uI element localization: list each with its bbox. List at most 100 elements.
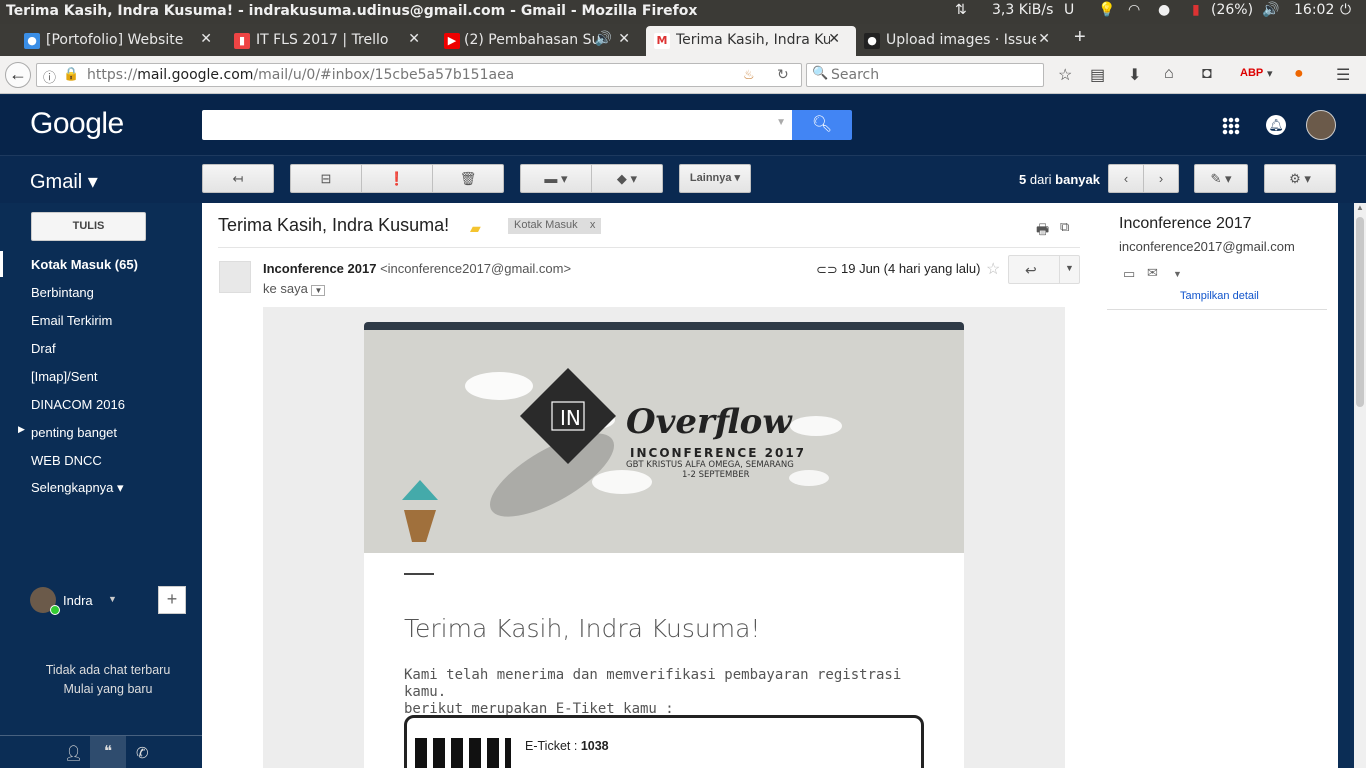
star-icon[interactable]: ☆ bbox=[986, 259, 1000, 279]
input-tools-button[interactable]: ✎ ▾ bbox=[1194, 164, 1248, 193]
sidebar-item-dinacom[interactable]: DINACOM 2016 bbox=[0, 391, 202, 417]
sidebar-item-starred[interactable]: Berbintang bbox=[0, 279, 202, 305]
reload-icon[interactable]: ↻ bbox=[777, 66, 789, 83]
scroll-up-icon[interactable]: ▲ bbox=[1356, 203, 1364, 212]
sender-avatar bbox=[219, 261, 251, 293]
tab-gmail[interactable]: M Terima Kasih, Indra Ku ✕ bbox=[646, 26, 856, 56]
google-logo[interactable]: Google bbox=[30, 107, 124, 141]
chevron-down-icon[interactable]: ▼ bbox=[108, 594, 117, 604]
new-window-icon[interactable]: ⧉ bbox=[1060, 219, 1069, 235]
battery-icon[interactable]: ▮ bbox=[1192, 2, 1200, 18]
move-to-button[interactable]: ▬ ▾ bbox=[520, 164, 592, 193]
lightbulb-icon[interactable]: 💡 bbox=[1098, 2, 1115, 18]
online-status-icon bbox=[50, 605, 60, 615]
importance-marker-icon[interactable]: ▰ bbox=[470, 220, 481, 237]
mail-icon[interactable]: ✉ bbox=[1147, 265, 1158, 281]
notifications-bell-icon[interactable]: 🔔︎ bbox=[1266, 115, 1286, 135]
archive-button[interactable]: ⊟ bbox=[290, 164, 362, 193]
start-new-chat-link[interactable]: Mulai yang baru bbox=[0, 680, 216, 699]
info-icon[interactable]: ⓘ bbox=[43, 67, 56, 86]
ticket-card: E-Ticket : 1038 bbox=[404, 715, 924, 768]
sidebar-item-imap-sent[interactable]: [Imap]/Sent bbox=[0, 363, 202, 389]
close-tab-icon[interactable]: ✕ bbox=[828, 31, 840, 47]
tab-strip: ● [Portofolio] Website V ✕ ▮ IT FLS 2017… bbox=[0, 24, 1366, 56]
lock-icon[interactable]: 🔒 bbox=[63, 66, 79, 82]
close-tab-icon[interactable]: ✕ bbox=[1038, 31, 1050, 47]
download-icon[interactable]: ⬇ bbox=[1128, 65, 1141, 85]
power-icon[interactable]: ⏻ bbox=[1340, 2, 1351, 18]
newer-button[interactable]: ‹ bbox=[1108, 164, 1144, 193]
label-name[interactable]: Kotak Masuk bbox=[514, 219, 578, 231]
pocket-icon[interactable]: ◘ bbox=[1202, 65, 1212, 83]
mail-search-input[interactable]: ▼ bbox=[202, 110, 792, 140]
scrollbar[interactable]: ▲ bbox=[1354, 203, 1366, 768]
print-icon[interactable]: 🖶 bbox=[1036, 219, 1049, 243]
reply-icon[interactable]: ↩ bbox=[1025, 262, 1037, 279]
tab-portofolio[interactable]: ● [Portofolio] Website V ✕ bbox=[0, 26, 228, 56]
tab-title: IT FLS 2017 | Trello bbox=[256, 32, 389, 48]
tab-trello[interactable]: ▮ IT FLS 2017 | Trello ✕ bbox=[228, 26, 436, 56]
report-spam-button[interactable]: ❗ bbox=[361, 164, 433, 193]
java-icon[interactable]: ♨ bbox=[743, 67, 755, 83]
volume-icon[interactable]: 🔊 bbox=[1262, 2, 1279, 18]
more-button[interactable]: Lainnya ▾ bbox=[679, 164, 751, 193]
clock[interactable]: 16:02 bbox=[1294, 2, 1334, 18]
close-tab-icon[interactable]: ✕ bbox=[408, 31, 420, 47]
more-options-icon[interactable]: ▼ bbox=[1065, 263, 1074, 273]
chevron-down-icon[interactable]: ▾ bbox=[1267, 67, 1273, 80]
youtube-favicon-icon: ▶ bbox=[444, 33, 460, 49]
body-line: Kami telah menerima dan memverifikasi pe… bbox=[404, 667, 902, 700]
chevron-down-icon[interactable]: ▼ bbox=[1173, 269, 1182, 279]
search-input[interactable]: 🔍 Search bbox=[806, 63, 1044, 87]
close-tab-icon[interactable]: ✕ bbox=[618, 31, 630, 47]
menu-icon[interactable]: ☰ bbox=[1336, 65, 1350, 85]
scrollbar-thumb[interactable] bbox=[1356, 217, 1364, 407]
gmail-app-menu[interactable]: Gmail ▾ bbox=[30, 169, 98, 194]
details-dropdown-icon[interactable]: ▼ bbox=[311, 285, 326, 296]
speaker-icon[interactable]: 🔊 bbox=[595, 31, 612, 47]
archive-icon[interactable]: ▭ bbox=[1123, 266, 1135, 282]
wifi-icon[interactable]: ◠ bbox=[1128, 2, 1140, 18]
sidebar-item-sent[interactable]: Email Terkirim bbox=[0, 307, 202, 333]
account-avatar[interactable] bbox=[1306, 110, 1336, 140]
duckduckgo-icon[interactable]: ● bbox=[1294, 65, 1304, 83]
show-details-link[interactable]: Tampilkan detail bbox=[1180, 290, 1259, 302]
reading-list-icon[interactable]: ▤ bbox=[1090, 65, 1105, 85]
ubuntu-one-icon[interactable]: U bbox=[1064, 2, 1074, 18]
new-tab-icon[interactable]: + bbox=[1074, 26, 1086, 49]
plus-icon: + bbox=[166, 589, 178, 609]
compose-button[interactable]: TULIS bbox=[31, 212, 146, 241]
sidebar-item-web-dncc[interactable]: WEB DNCC bbox=[0, 447, 202, 473]
settings-button[interactable]: ⚙ ▾ bbox=[1264, 164, 1336, 193]
back-to-inbox-button[interactable]: ↤ bbox=[202, 164, 274, 193]
home-icon[interactable]: ⌂ bbox=[1164, 65, 1174, 83]
close-tab-icon[interactable]: ✕ bbox=[200, 31, 212, 47]
tab-github[interactable]: ● Upload images · Issue ✕ bbox=[856, 26, 1066, 56]
sidebar-item-penting[interactable]: penting banget bbox=[0, 419, 202, 445]
divider bbox=[1059, 256, 1060, 283]
net-speed: 3,3 KiB/s bbox=[992, 2, 1054, 18]
new-chat-button[interactable]: + bbox=[158, 586, 186, 614]
sidebar-item-drafts[interactable]: Draf bbox=[0, 335, 202, 361]
divider bbox=[404, 573, 434, 575]
apps-grid-icon[interactable] bbox=[1222, 117, 1240, 135]
bookmark-star-icon[interactable]: ☆ bbox=[1058, 65, 1072, 85]
mail-search-button[interactable]: 🔍︎ bbox=[792, 110, 852, 140]
sidebar-item-more[interactable]: Selengkapnya ▾ bbox=[0, 474, 202, 500]
sender-name[interactable]: Inconference 2017 bbox=[263, 261, 376, 276]
delete-button[interactable]: 🗑︎ bbox=[432, 164, 504, 193]
hangouts-icon[interactable]: ❝ bbox=[90, 736, 126, 768]
url-bar[interactable]: ⓘ 🔒 https://mail.google.com/mail/u/0/#in… bbox=[36, 63, 802, 87]
tab-youtube[interactable]: ▶ (2) Pembahasan Su 🔊 ✕ bbox=[436, 26, 646, 56]
older-button[interactable]: › bbox=[1143, 164, 1179, 193]
chat-status-icon[interactable]: ● bbox=[1158, 2, 1170, 18]
search-options-icon[interactable]: ▼ bbox=[776, 117, 786, 128]
remove-label-button[interactable]: x bbox=[590, 219, 596, 231]
adblock-icon[interactable]: ABP bbox=[1240, 67, 1263, 79]
phone-icon[interactable]: ✆ bbox=[136, 744, 149, 762]
labels-button[interactable]: ◆ ▾ bbox=[591, 164, 663, 193]
sidebar-item-inbox[interactable]: Kotak Masuk (65) bbox=[0, 251, 202, 277]
person-icon[interactable]: 👤︎ bbox=[64, 744, 83, 762]
attachment-icon: ⊂⊃ bbox=[816, 262, 838, 277]
back-button[interactable]: ← bbox=[5, 62, 31, 88]
